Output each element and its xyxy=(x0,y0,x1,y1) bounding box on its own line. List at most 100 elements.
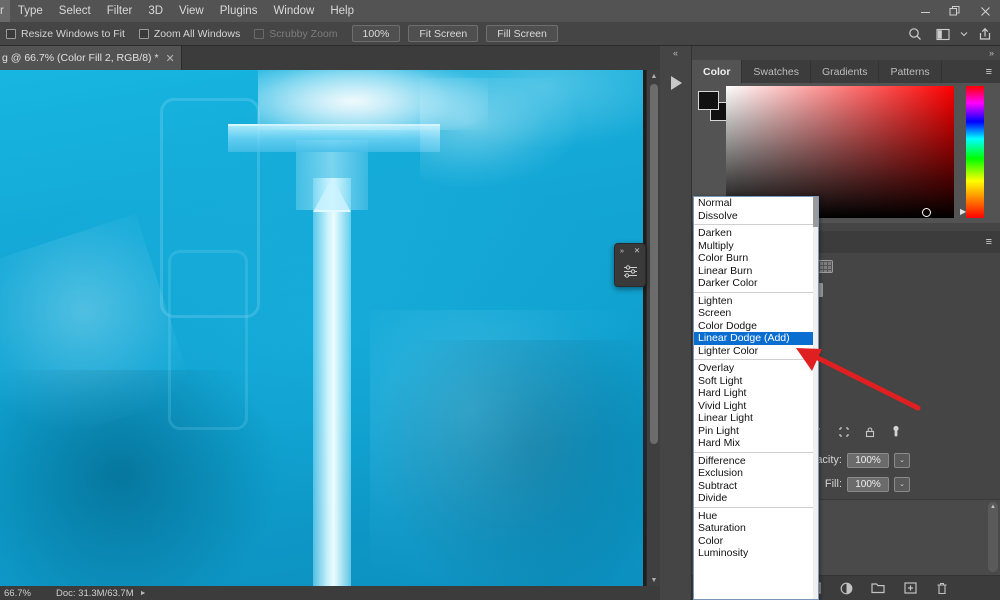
blend-mode-item-normal[interactable]: Normal xyxy=(694,197,818,210)
blend-mode-item-darker-color[interactable]: Darker Color xyxy=(694,277,818,290)
blend-mode-item-hard-mix[interactable]: Hard Mix xyxy=(694,437,818,450)
tab-patterns[interactable]: Patterns xyxy=(879,60,942,83)
properties-sliders-icon[interactable] xyxy=(615,257,645,286)
blend-mode-item-soft-light[interactable]: Soft Light xyxy=(694,375,818,388)
blend-mode-item-lighter-color[interactable]: Lighter Color xyxy=(694,345,818,358)
adjustment-layer-icon[interactable] xyxy=(838,580,854,596)
document-image[interactable] xyxy=(0,70,660,586)
blend-mode-item-saturation[interactable]: Saturation xyxy=(694,522,818,535)
scroll-up-icon[interactable]: ▲ xyxy=(988,502,998,512)
hue-slider-bar[interactable] xyxy=(966,86,984,218)
zoom-all-windows-checkbox[interactable] xyxy=(138,28,149,39)
menu-item-view[interactable]: View xyxy=(171,0,212,22)
collapse-panels-icon[interactable]: « xyxy=(660,46,691,60)
fit-screen-button[interactable]: Fit Screen xyxy=(408,25,479,42)
expand-icon[interactable]: » xyxy=(620,246,624,255)
blend-mode-item-overlay[interactable]: Overlay xyxy=(694,362,818,375)
blend-mode-item-hard-light[interactable]: Hard Light xyxy=(694,387,818,400)
blend-mode-item-pin-light[interactable]: Pin Light xyxy=(694,425,818,438)
tab-swatches[interactable]: Swatches xyxy=(742,60,811,83)
options-bar-right-icons xyxy=(902,22,998,46)
blend-mode-scrollbar[interactable] xyxy=(813,197,818,599)
play-actions-icon[interactable] xyxy=(660,68,691,98)
chevron-down-icon[interactable] xyxy=(958,22,970,46)
close-icon[interactable]: ✕ xyxy=(634,246,640,255)
foreground-color-swatch[interactable] xyxy=(698,91,719,110)
close-icon[interactable]: ✕ xyxy=(166,52,175,65)
blend-mode-item-subtract[interactable]: Subtract xyxy=(694,480,818,493)
menu-item-window[interactable]: Window xyxy=(265,0,322,22)
resize-windows-to-fit-option[interactable]: Resize Windows to Fit xyxy=(6,28,125,40)
blend-mode-item-linear-dodge-add[interactable]: Linear Dodge (Add) xyxy=(694,332,818,345)
image-sword-blade xyxy=(313,178,351,586)
document-tab[interactable]: g @ 66.7% (Color Fill 2, RGB/8) * ✕ xyxy=(0,46,182,70)
lock-position-icon[interactable] xyxy=(864,426,876,441)
fill-value[interactable]: 100% xyxy=(847,476,889,492)
new-layer-icon[interactable] xyxy=(902,580,918,596)
color-picker-marker[interactable] xyxy=(922,208,931,217)
blend-mode-item-color-dodge[interactable]: Color Dodge xyxy=(694,320,818,333)
zoom-level-field[interactable]: 66.7% xyxy=(4,587,50,599)
scroll-up-icon[interactable]: ▲ xyxy=(647,70,660,82)
close-button[interactable] xyxy=(970,0,1000,22)
dock-collapse-column: « xyxy=(660,46,692,600)
blend-mode-item-color[interactable]: Color xyxy=(694,535,818,548)
blend-mode-item-exclusion[interactable]: Exclusion xyxy=(694,467,818,480)
blend-mode-dropdown[interactable]: Normal Dissolve Darken Multiply Color Burn Li… xyxy=(693,196,819,600)
lock-image-icon[interactable] xyxy=(838,426,850,441)
menu-item-help[interactable]: Help xyxy=(322,0,362,22)
tab-color[interactable]: Color xyxy=(692,60,743,83)
blend-mode-item-linear-burn[interactable]: Linear Burn xyxy=(694,265,818,278)
menu-bar: r Type Select Filter 3D View Plugins Win… xyxy=(0,0,1000,22)
blend-mode-item-dissolve[interactable]: Dissolve xyxy=(694,210,818,223)
blend-mode-item-darken[interactable]: Darken xyxy=(694,227,818,240)
menu-item-3d[interactable]: 3D xyxy=(140,0,171,22)
opacity-value[interactable]: 100% xyxy=(847,452,889,468)
fill-screen-button[interactable]: Fill Screen xyxy=(486,25,558,42)
hue-slider-handle[interactable]: ▶ xyxy=(960,207,966,216)
expand-panels-icon[interactable]: » xyxy=(989,48,994,58)
resize-windows-checkbox[interactable] xyxy=(6,28,16,39)
fill-stepper-icon[interactable]: ⌄ xyxy=(894,476,910,492)
scrollbar-thumb[interactable] xyxy=(650,84,658,444)
menu-item-filter[interactable]: Filter xyxy=(99,0,141,22)
lock-all-icon[interactable] xyxy=(890,425,902,441)
color-panel-menu-icon[interactable]: ≡ xyxy=(978,60,1000,83)
menu-item-select[interactable]: Select xyxy=(51,0,99,22)
restore-button[interactable] xyxy=(940,0,970,22)
blend-mode-item-lighten[interactable]: Lighten xyxy=(694,295,818,308)
search-icon[interactable] xyxy=(902,22,928,46)
scroll-down-icon[interactable]: ▼ xyxy=(647,574,660,586)
image-chain xyxy=(420,78,580,188)
menu-item-layer[interactable]: r xyxy=(0,0,10,22)
fill-label: Fill: xyxy=(824,478,842,490)
blend-mode-item-multiply[interactable]: Multiply xyxy=(694,240,818,253)
contextual-task-bar[interactable]: » ✕ xyxy=(614,243,646,287)
zoom-100-button[interactable]: 100% xyxy=(351,25,401,42)
opacity-stepper-icon[interactable]: ⌄ xyxy=(894,452,910,468)
blend-mode-item-luminosity[interactable]: Luminosity xyxy=(694,547,818,560)
blend-mode-item-color-burn[interactable]: Color Burn xyxy=(694,252,818,265)
menu-item-type[interactable]: Type xyxy=(10,0,51,22)
scrollbar-thumb[interactable] xyxy=(813,197,818,227)
blend-mode-item-screen[interactable]: Screen xyxy=(694,307,818,320)
delete-layer-icon[interactable] xyxy=(934,580,950,596)
layers-list-scrollbar[interactable]: ▲ xyxy=(988,502,998,572)
blend-mode-item-hue[interactable]: Hue xyxy=(694,510,818,523)
minimize-button[interactable] xyxy=(910,0,940,22)
blend-mode-item-divide[interactable]: Divide xyxy=(694,492,818,505)
blend-mode-item-difference[interactable]: Difference xyxy=(694,455,818,468)
new-group-icon[interactable] xyxy=(870,580,886,596)
status-expand-icon[interactable]: ► xyxy=(140,590,147,597)
layer-filter-grid-icon[interactable] xyxy=(818,259,833,273)
tab-gradients[interactable]: Gradients xyxy=(811,60,880,83)
blend-mode-item-vivid-light[interactable]: Vivid Light xyxy=(694,400,818,413)
workspace-icon[interactable] xyxy=(930,22,956,46)
canvas-area[interactable]: ▲ ▼ xyxy=(0,70,660,586)
blend-mode-item-linear-light[interactable]: Linear Light xyxy=(694,412,818,425)
layers-panel-menu-icon[interactable]: ≡ xyxy=(978,236,1000,248)
share-icon[interactable] xyxy=(972,22,998,46)
zoom-all-windows-option[interactable]: Zoom All Windows xyxy=(138,28,240,40)
canvas-vertical-scrollbar[interactable]: ▲ ▼ xyxy=(646,70,660,586)
menu-item-plugins[interactable]: Plugins xyxy=(212,0,266,22)
